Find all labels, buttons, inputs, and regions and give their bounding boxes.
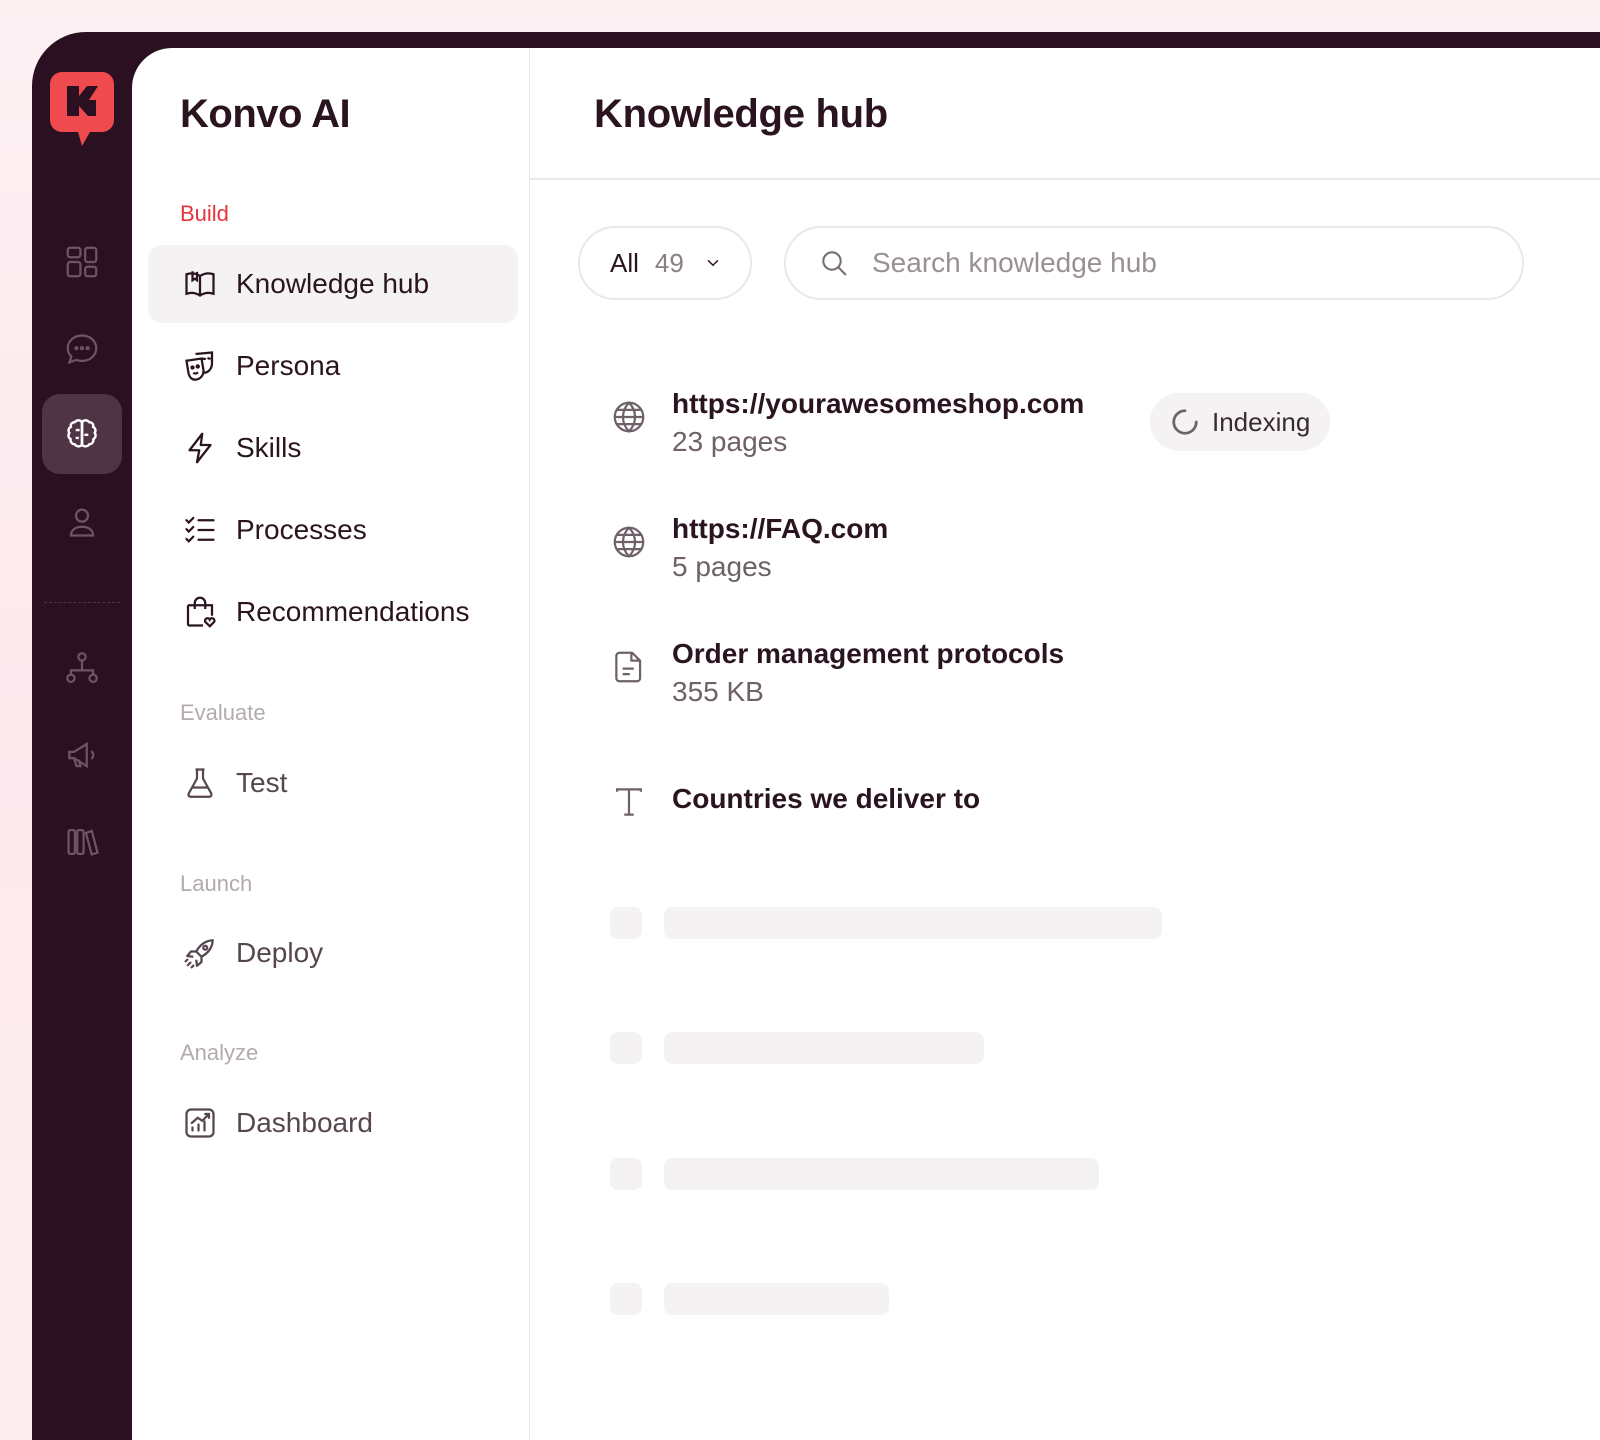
main-header: Knowledge hub [530,48,1600,180]
user-icon[interactable] [42,482,122,562]
search-box[interactable] [784,226,1524,300]
item-title: https://yourawesomeshop.com [672,388,1085,419]
nav-item-skills[interactable]: Skills [148,409,518,487]
lightning-icon [180,428,220,468]
nav-item-dashboard[interactable]: Dashboard [148,1084,518,1162]
sidebar: Konvo AI Build Knowledge hub Persona Ski… [132,48,530,1440]
item-title: Order management protocols [672,638,1065,669]
status-label: Indexing [1212,406,1311,437]
nav-label: Knowledge hub [236,268,430,299]
nav-label: Persona [236,350,341,381]
item-title: Countries we deliver to [672,783,981,814]
nav-item-processes[interactable]: Processes [148,491,518,569]
skeleton-icon [610,1158,642,1190]
status-badge: Indexing [1150,393,1331,451]
chevron-down-icon [707,260,719,267]
shopping-bag-heart-icon [180,592,220,632]
nav-label: Dashboard [236,1107,373,1138]
section-label-build: Build [180,201,229,226]
section-label-launch: Launch [180,871,253,896]
list-item[interactable]: https://yourawesomeshop.com 23 pages [610,388,1084,458]
page-title: Knowledge hub [594,92,888,136]
skeleton-icon [610,907,642,939]
nav-item-deploy[interactable]: Deploy [148,914,518,992]
skeleton-bar [664,907,1162,939]
globe-icon [610,523,648,561]
globe-icon [610,398,648,436]
nav-label: Test [236,767,288,798]
search-icon [822,251,847,276]
nav-item-knowledge-hub[interactable]: Knowledge hub [148,245,518,323]
chart-icon [180,1103,220,1143]
theater-masks-icon [180,346,220,386]
icon-rail [32,32,132,1440]
skeleton-bar [664,1283,889,1315]
skeleton-icon [610,1283,642,1315]
nav-label: Recommendations [236,596,470,627]
spinner-icon [1172,409,1198,435]
main-content: Knowledge hub All 49 https://yourawesome… [530,48,1600,1440]
nav-label: Skills [236,432,302,463]
filter-dropdown[interactable]: All 49 [578,226,752,300]
nav-label: Deploy [236,937,324,968]
list-item[interactable]: Order management protocols 355 KB [610,638,1064,708]
nav-item-recommendations[interactable]: Recommendations [148,573,518,651]
search-input[interactable] [872,247,1432,279]
skeleton-bar [664,1032,984,1064]
dashboard-grid-icon[interactable] [42,222,122,302]
flask-icon [180,763,220,803]
filter-label: All [610,247,639,278]
text-icon [610,783,648,821]
filter-count: 49 [654,247,684,278]
skeleton-bar [664,1158,1099,1190]
list-item[interactable]: Countries we deliver to [610,783,980,821]
section-label-evaluate: Evaluate [180,700,266,725]
nav-label: Processes [236,514,367,545]
item-subtitle: 355 KB [672,676,764,707]
rocket-icon [180,933,220,973]
content-panel: Konvo AI Build Knowledge hub Persona Ski… [132,48,1600,1440]
chat-bubble-icon[interactable] [42,309,122,389]
nav-item-test[interactable]: Test [148,744,518,822]
item-title: https://FAQ.com [672,513,889,544]
nav-item-persona[interactable]: Persona [148,327,518,405]
checklist-icon [180,510,220,550]
megaphone-icon[interactable] [42,715,122,795]
app-frame: Konvo AI Build Knowledge hub Persona Ski… [32,32,1600,1440]
list-item[interactable]: https://FAQ.com 5 pages [610,513,888,583]
book-open-icon [180,264,220,304]
brain-icon[interactable] [42,394,122,474]
section-label-analyze: Analyze [180,1040,259,1065]
skeleton-icon [610,1032,642,1064]
hierarchy-icon[interactable] [42,628,122,708]
item-subtitle: 5 pages [672,551,772,582]
rail-divider [44,602,120,603]
library-icon[interactable] [42,802,122,882]
konvo-logo-icon[interactable] [50,70,114,150]
file-icon [610,648,648,686]
app-name: Konvo AI [180,92,351,136]
item-subtitle: 23 pages [672,426,788,457]
